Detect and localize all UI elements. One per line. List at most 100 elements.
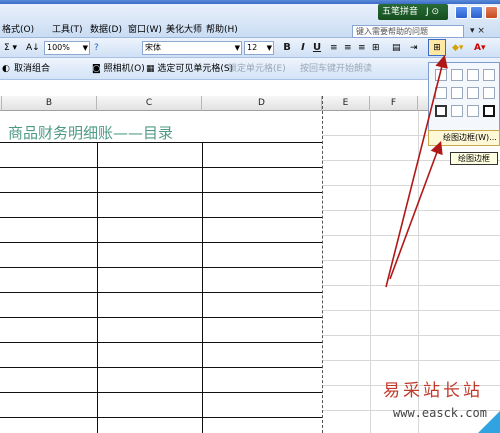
table-border (0, 217, 322, 218)
border-option-icon[interactable] (435, 105, 447, 117)
menu-item-data[interactable]: 数据(D) (90, 23, 122, 37)
help-icon[interactable]: ? (94, 40, 99, 56)
column-header-e[interactable]: E (322, 96, 370, 111)
bold-button[interactable]: B (280, 40, 294, 56)
autosum-button[interactable]: Σ ▾ (4, 40, 17, 56)
border-option-icon[interactable] (451, 105, 463, 117)
font-color-icon[interactable]: A▾ (474, 40, 485, 56)
table-border (0, 242, 322, 243)
italic-button[interactable]: I (296, 40, 310, 56)
table-border (202, 142, 203, 433)
menu-item-window[interactable]: 窗口(W) (128, 23, 162, 37)
table-border (0, 267, 322, 268)
column-header-b[interactable]: B (2, 96, 97, 111)
align-right-icon[interactable]: ≡ (358, 40, 366, 56)
column-header-c[interactable]: C (97, 96, 202, 111)
select-visible-cells-button[interactable]: ▦ 选定可见单元格(S) (146, 61, 233, 77)
border-option-icon[interactable] (451, 87, 463, 99)
border-option-icon[interactable] (467, 69, 479, 81)
table-border (0, 367, 322, 368)
watermark-site-name: 易采站长站 (383, 381, 483, 401)
gridline (322, 185, 500, 186)
table-border (0, 142, 322, 143)
border-option-icon[interactable] (435, 87, 447, 99)
watermark-corner (478, 411, 500, 433)
help-search-input[interactable]: 键入需要帮助的问题 (352, 25, 464, 38)
font-name-combo[interactable]: 宋体 ▼ (142, 41, 242, 55)
borders-button[interactable]: ⊞ (428, 39, 446, 56)
indent-icon[interactable]: ⇥ (410, 40, 418, 56)
menu-item-tools[interactable]: 工具(T) (52, 23, 83, 37)
font-size-combo[interactable]: 12 ▼ (244, 41, 274, 55)
chevron-down-icon: ▼ (234, 44, 240, 52)
sort-ascending-button[interactable]: A↓ (26, 40, 40, 56)
border-option-icon[interactable] (451, 69, 463, 81)
table-border (0, 392, 322, 393)
ungroup-icon[interactable]: ◐ (2, 61, 10, 77)
close-button[interactable] (485, 6, 498, 19)
border-option-icon[interactable] (467, 87, 479, 99)
align-center-icon[interactable]: ≡ (344, 40, 352, 56)
grid-icon: ▦ (146, 64, 158, 74)
font-name-value: 宋体 (145, 43, 161, 52)
border-option-icon[interactable] (467, 105, 479, 117)
chevron-down-icon: ▼ (266, 44, 272, 52)
gridline (322, 285, 500, 286)
enter-read-label: 按回车键开始朗读 (300, 64, 373, 74)
table-border (0, 192, 322, 193)
border-option-icon[interactable] (483, 87, 495, 99)
column-header-d[interactable]: D (202, 96, 322, 111)
table-border (0, 417, 322, 418)
enter-read-button[interactable]: 按回车键开始朗读 (300, 61, 372, 77)
font-size-value: 12 (247, 43, 258, 52)
menu-bar: 格式(O) 工具(T) 数据(D) 窗口(W) 美化大师 帮助(H) 五笔拼音 … (0, 4, 500, 38)
minimize-button[interactable] (455, 6, 468, 19)
fill-color-icon[interactable]: ◆▾ (452, 40, 463, 56)
camera-label: 照相机(O) (103, 64, 145, 74)
ime-label: 五笔拼音 (382, 7, 419, 17)
currency-icon[interactable]: ▤ (392, 40, 401, 56)
zoom-value: 100% (47, 43, 70, 52)
restore-button[interactable] (470, 6, 483, 19)
table-border (0, 167, 322, 168)
draw-border-menu-item[interactable]: 绘图边框(W)... (428, 130, 500, 146)
gridline (322, 360, 500, 361)
draw-border-label: 绘图边框(W)... (443, 133, 497, 142)
doc-restore-icon[interactable]: ▾ × (470, 26, 485, 36)
menu-item-beautify[interactable]: 美化大师 (166, 23, 202, 37)
lock-cell-label: 锁定单元格(E) (228, 64, 286, 74)
align-left-icon[interactable]: ≡ (330, 40, 338, 56)
site-watermark: 易采站长站 www.easck.com (383, 376, 500, 433)
watermark-url: www.easck.com (393, 406, 487, 420)
underline-button[interactable]: U (310, 40, 324, 56)
select-visible-label: 选定可见单元格(S) (157, 64, 234, 74)
gridline (322, 310, 500, 311)
ungroup-button[interactable]: 取消组合 (14, 61, 50, 77)
ime-icons[interactable]: J ⊙ (426, 7, 439, 17)
gridline (322, 210, 500, 211)
gridline (322, 235, 500, 236)
column-header-row: B C D E F (0, 96, 500, 111)
menu-item-help[interactable]: 帮助(H) (206, 23, 238, 37)
sheet-title[interactable]: 商品财务明细账——目录 (8, 122, 173, 143)
table-border (0, 342, 322, 343)
camera-button[interactable]: ◙ 照相机(O) (92, 61, 145, 77)
ungroup-label: 取消组合 (14, 64, 51, 74)
menu-item-format[interactable]: 格式(O) (2, 23, 34, 37)
column-header-f[interactable]: F (370, 96, 418, 111)
table-border (97, 142, 98, 433)
table-border (0, 292, 322, 293)
tooltip: 绘图边框 (450, 152, 498, 165)
formatting-toolbar: Σ ▾ A↓ 100% ▼ ? 宋体 ▼ 12 ▼ B I U ≡ ≡ ≡ ⊞ ▤ ⇥… (0, 38, 500, 58)
border-option-icon[interactable] (483, 69, 495, 81)
border-option-icon[interactable] (435, 69, 447, 81)
gridline (322, 335, 500, 336)
zoom-combo[interactable]: 100% ▼ (44, 41, 90, 55)
utility-toolbar: ◐ 取消组合 ◙ 照相机(O) ▦ 选定可见单元格(S) 锁定单元格(E) 按回… (0, 58, 500, 80)
merge-center-icon[interactable]: ⊞ (372, 40, 380, 56)
lock-cell-button[interactable]: 锁定单元格(E) (228, 61, 286, 77)
chevron-down-icon: ▼ (82, 44, 88, 52)
camera-icon: ◙ (92, 64, 104, 74)
border-option-icon[interactable] (483, 105, 495, 117)
table-border (0, 317, 322, 318)
